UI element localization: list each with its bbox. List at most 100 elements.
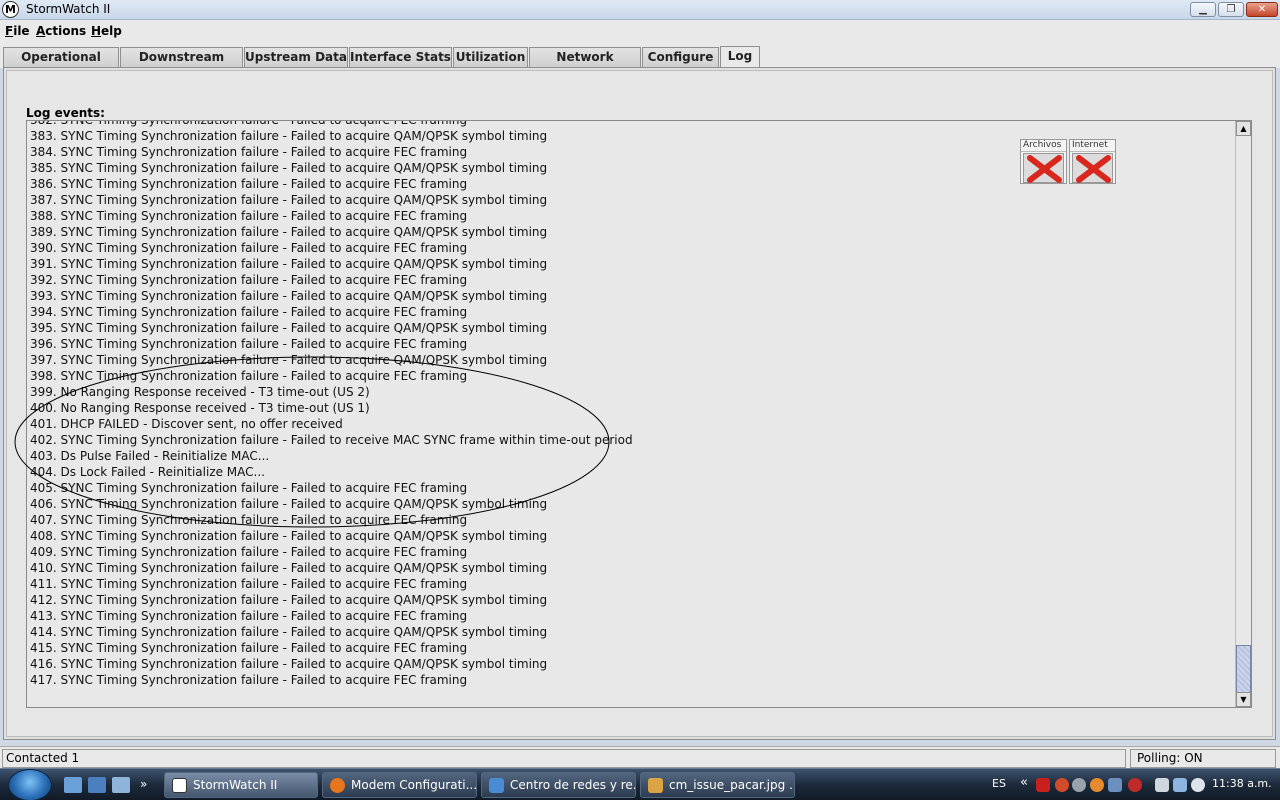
- status-bar: Contacted 1 Polling: ON: [0, 746, 1280, 768]
- connection-status-widget: Archivos Internet: [1020, 139, 1116, 184]
- log-entry: 399. No Ranging Response received - T3 t…: [30, 385, 370, 399]
- log-entry: 400. No Ranging Response received - T3 t…: [30, 401, 370, 415]
- log-entry: 408. SYNC Timing Synchronization failure…: [30, 529, 548, 543]
- log-entry: 394. SYNC Timing Synchronization failure…: [30, 305, 468, 319]
- log-entry: 406. SYNC Timing Synchronization failure…: [30, 497, 548, 511]
- log-entry: 407. SYNC Timing Synchronization failure…: [30, 513, 468, 527]
- menu-help[interactable]: Help: [91, 24, 122, 38]
- taskbar-item-firefox[interactable]: Modem Configurati...: [322, 772, 477, 798]
- tray-app-icon[interactable]: [1090, 778, 1104, 792]
- menu-actions-mnemonic: A: [36, 24, 46, 38]
- log-entry: 412. SYNC Timing Synchronization failure…: [30, 593, 548, 607]
- taskbar-item-label: StormWatch II: [193, 778, 278, 792]
- red-x-icon: [1072, 153, 1113, 183]
- menu-actions[interactable]: Actions: [36, 24, 86, 38]
- scroll-up-button[interactable]: ▲: [1236, 121, 1251, 136]
- scroll-down-button[interactable]: ▼: [1236, 692, 1251, 707]
- menu-bar: File Actions Help: [0, 20, 1280, 44]
- tab-log[interactable]: Log: [720, 46, 760, 68]
- menu-help-label: elp: [101, 24, 122, 38]
- show-desktop-icon[interactable]: [64, 777, 82, 793]
- network-center-icon: [489, 778, 504, 793]
- ati-icon[interactable]: [1036, 778, 1050, 792]
- app-logo-icon: M: [2, 1, 19, 18]
- log-entry: 383. SYNC Timing Synchronization failure…: [30, 129, 548, 143]
- stormwatch-icon: [172, 778, 187, 793]
- maximize-button[interactable]: ❐: [1218, 2, 1244, 17]
- minimize-button[interactable]: ▁: [1190, 2, 1216, 17]
- volume-icon[interactable]: [1191, 778, 1205, 792]
- log-events-list[interactable]: 382. SYNC Timing Synchronization failure…: [26, 120, 1252, 708]
- tray-app-icon[interactable]: [1072, 778, 1086, 792]
- log-lines: 382. SYNC Timing Synchronization failure…: [30, 120, 633, 688]
- scroll-thumb[interactable]: [1236, 645, 1251, 693]
- quicklaunch-icon[interactable]: [88, 777, 106, 793]
- taskbar-item-label: Modem Configurati...: [351, 778, 477, 792]
- window-title: StormWatch II: [26, 2, 111, 16]
- antivirus-icon[interactable]: [1128, 778, 1142, 792]
- log-entry: 403. Ds Pulse Failed - Reinitialize MAC.…: [30, 449, 270, 463]
- quicklaunch-more-icon[interactable]: »: [140, 777, 154, 793]
- switch-windows-icon[interactable]: [112, 777, 130, 793]
- archivos-status: Archivos: [1020, 139, 1067, 184]
- close-button[interactable]: ✕: [1246, 2, 1278, 17]
- log-entry: 388. SYNC Timing Synchronization failure…: [30, 209, 468, 223]
- tab-utilization[interactable]: Utilization: [453, 47, 528, 68]
- log-entry: 386. SYNC Timing Synchronization failure…: [30, 177, 468, 191]
- log-entry: 416. SYNC Timing Synchronization failure…: [30, 657, 548, 671]
- menu-file-label: ile: [13, 24, 30, 38]
- taskbar-item-network-center[interactable]: Centro de redes y re...: [481, 772, 636, 798]
- clock[interactable]: 11:38 a.m.: [1212, 777, 1272, 790]
- taskbar-item-stormwatch[interactable]: StormWatch II: [164, 772, 318, 798]
- log-entry: 417. SYNC Timing Synchronization failure…: [30, 673, 468, 687]
- tab-upstream-data[interactable]: Upstream Data: [244, 47, 348, 68]
- contact-status: Contacted 1: [2, 749, 1126, 768]
- log-entry: 395. SYNC Timing Synchronization failure…: [30, 321, 548, 335]
- log-events-label: Log events:: [26, 106, 105, 120]
- log-entry: 396. SYNC Timing Synchronization failure…: [30, 337, 468, 351]
- log-entry: 389. SYNC Timing Synchronization failure…: [30, 225, 548, 239]
- network-icon[interactable]: [1173, 778, 1187, 792]
- log-entry: 401. DHCP FAILED - Discover sent, no off…: [30, 417, 343, 431]
- tray-app-icon[interactable]: [1108, 778, 1122, 792]
- language-indicator[interactable]: ES: [992, 777, 1006, 790]
- start-button[interactable]: [8, 769, 52, 800]
- safely-remove-icon[interactable]: [1155, 778, 1169, 792]
- log-entry: 414. SYNC Timing Synchronization failure…: [30, 625, 548, 639]
- taskbar-item-label: Centro de redes y re...: [510, 778, 636, 792]
- firefox-icon: [330, 778, 345, 793]
- taskbar-item-label: cm_issue_pacar.jpg ...: [669, 778, 795, 792]
- log-entry: 384. SYNC Timing Synchronization failure…: [30, 145, 468, 159]
- log-entry: 398. SYNC Timing Synchronization failure…: [30, 369, 468, 383]
- archivos-label: Archivos: [1021, 140, 1066, 152]
- menu-file-mnemonic: F: [5, 24, 14, 38]
- log-entry: 382. SYNC Timing Synchronization failure…: [30, 120, 468, 127]
- tab-interface-stats[interactable]: Interface Stats: [349, 47, 452, 68]
- log-entry: 413. SYNC Timing Synchronization failure…: [30, 609, 468, 623]
- log-entry: 404. Ds Lock Failed - Reinitialize MAC..…: [30, 465, 265, 479]
- tab-network-utilities[interactable]: Network Utilities: [529, 47, 641, 83]
- tab-downstream-data[interactable]: Downstream Data: [120, 47, 243, 83]
- log-entry: 391. SYNC Timing Synchronization failure…: [30, 257, 548, 271]
- taskbar: » StormWatch II Modem Configurati... Cen…: [0, 768, 1280, 800]
- log-entry: 402. SYNC Timing Synchronization failure…: [30, 433, 633, 447]
- title-bar: M StormWatch II ▁ ❐ ✕: [0, 0, 1280, 20]
- menu-file[interactable]: File: [5, 24, 30, 38]
- log-entry: 405. SYNC Timing Synchronization failure…: [30, 481, 468, 495]
- internet-status: Internet: [1069, 139, 1116, 184]
- tab-operational-data[interactable]: Operational Data: [3, 47, 119, 83]
- show-hidden-icons[interactable]: «: [1020, 775, 1028, 790]
- internet-label: Internet: [1070, 140, 1115, 152]
- image-editor-icon: [648, 778, 663, 793]
- vertical-scrollbar[interactable]: ▲ ▼: [1235, 121, 1251, 707]
- log-entry: 392. SYNC Timing Synchronization failure…: [30, 273, 468, 287]
- log-entry: 390. SYNC Timing Synchronization failure…: [30, 241, 468, 255]
- log-entry: 409. SYNC Timing Synchronization failure…: [30, 545, 468, 559]
- red-x-icon: [1023, 153, 1064, 183]
- log-entry: 393. SYNC Timing Synchronization failure…: [30, 289, 548, 303]
- taskbar-item-image-editor[interactable]: cm_issue_pacar.jpg ...: [640, 772, 795, 798]
- tab-configure[interactable]: Configure: [642, 47, 719, 68]
- log-entry: 385. SYNC Timing Synchronization failure…: [30, 161, 548, 175]
- tray-app-icon[interactable]: [1055, 778, 1069, 792]
- polling-status: Polling: ON: [1130, 749, 1276, 768]
